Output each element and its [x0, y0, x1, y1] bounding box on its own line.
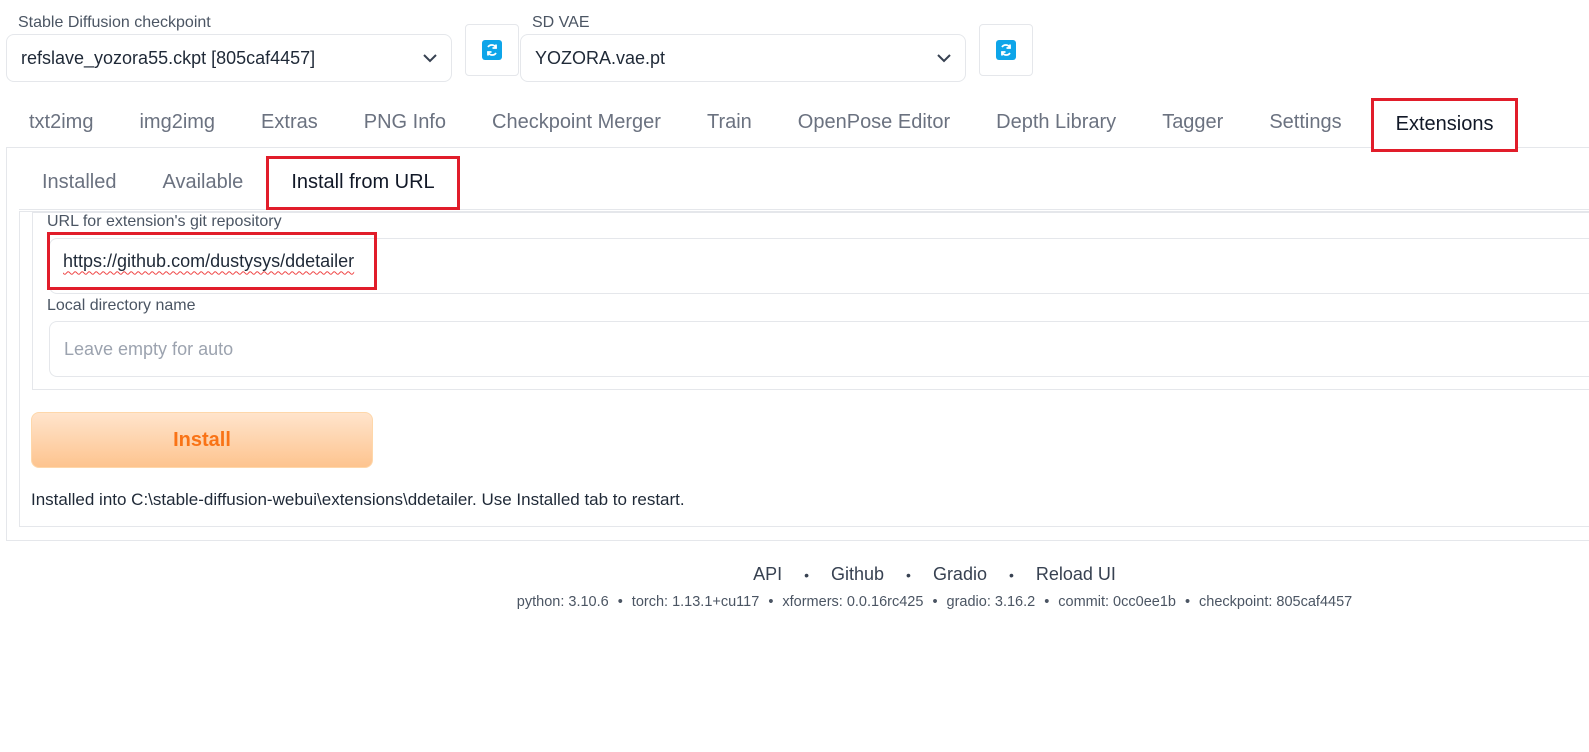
vae-value: YOZORA.vae.pt	[535, 47, 666, 68]
directory-field-label: Local directory name	[43, 297, 200, 315]
footer-link-gradio[interactable]: Gradio	[933, 564, 987, 585]
version-checkpoint: checkpoint: 805caf4457	[1199, 594, 1353, 610]
footer-separator: •	[1008, 566, 1014, 583]
tab-tagger[interactable]: Tagger	[1139, 98, 1246, 148]
chevron-down-icon	[937, 51, 951, 65]
footer-link-github[interactable]: Github	[831, 564, 884, 585]
tab-settings[interactable]: Settings	[1246, 98, 1364, 148]
version-commit: commit: 0cc0ee1b	[1058, 594, 1176, 610]
extensions-sub-tab-bar: Installed Available Install from URL	[19, 155, 1589, 210]
tab-extensions[interactable]: Extensions	[1370, 97, 1519, 152]
tab-available[interactable]: Available	[140, 156, 267, 210]
refresh-vae-button[interactable]	[979, 24, 1033, 76]
vae-dropdown[interactable]: YOZORA.vae.pt	[520, 34, 966, 82]
install-status-message: Installed into C:\stable-diffusion-webui…	[31, 490, 685, 509]
vae-label: SD VAE	[528, 14, 594, 32]
footer-separator: •	[617, 594, 623, 610]
tab-installed[interactable]: Installed	[19, 156, 140, 210]
main-tab-bar: txt2img img2img Extras PNG Info Checkpoi…	[6, 97, 1589, 152]
chevron-down-icon	[423, 51, 437, 65]
top-settings-bar: refslave_yozora55.ckpt [805caf4457] Stab…	[0, 0, 1589, 90]
tab-train[interactable]: Train	[684, 98, 775, 148]
footer-separator: •	[906, 566, 911, 583]
url-input-highlight[interactable]: https://github.com/dustysys/ddetailer	[47, 232, 377, 290]
checkpoint-value: refslave_yozora55.ckpt [805caf4457]	[21, 47, 316, 68]
footer-separator: •	[932, 594, 938, 610]
tab-txt2img[interactable]: txt2img	[6, 98, 116, 148]
footer-separator: •	[768, 594, 774, 610]
install-form-group: https://github.com/dustysys/ddetailer UR…	[32, 212, 1589, 390]
version-xformers: xformers: 0.0.16rc425	[782, 594, 924, 610]
url-field-label: URL for extension's git repository	[43, 213, 286, 231]
tab-checkpoint-merger[interactable]: Checkpoint Merger	[469, 98, 684, 148]
refresh-checkpoint-button[interactable]	[465, 24, 519, 76]
tab-img2img[interactable]: img2img	[116, 98, 238, 148]
refresh-icon	[996, 40, 1016, 60]
checkpoint-selector: refslave_yozora55.ckpt [805caf4457] Stab…	[6, 8, 452, 82]
tab-png-info[interactable]: PNG Info	[341, 98, 469, 148]
directory-name-input[interactable]: Leave empty for auto	[49, 321, 1589, 377]
version-torch: torch: 1.13.1+cu117	[631, 594, 760, 610]
footer-links: API • Github • Gradio • Reload UI	[0, 564, 1589, 585]
footer-separator: •	[1044, 594, 1050, 610]
refresh-icon	[482, 40, 502, 60]
checkpoint-label: Stable Diffusion checkpoint	[14, 14, 215, 32]
tab-extras[interactable]: Extras	[238, 98, 341, 148]
footer-separator: •	[1184, 594, 1191, 610]
tab-install-from-url[interactable]: Install from URL	[266, 155, 460, 210]
footer-separator: •	[804, 566, 809, 583]
version-python: python: 3.10.6	[516, 594, 609, 610]
footer-link-api[interactable]: API	[753, 564, 782, 585]
url-input-value: https://github.com/dustysys/ddetailer	[63, 250, 355, 271]
extensions-panel: Installed Available Install from URL htt…	[6, 148, 1589, 541]
directory-name-placeholder: Leave empty for auto	[64, 338, 234, 359]
footer-link-reload-ui[interactable]: Reload UI	[1036, 564, 1116, 585]
install-from-url-section: https://github.com/dustysys/ddetailer UR…	[19, 211, 1589, 527]
footer-version-info: python: 3.10.6 • torch: 1.13.1+cu117 • x…	[0, 594, 1589, 610]
version-gradio: gradio: 3.16.2	[946, 594, 1036, 610]
install-button[interactable]: Install	[31, 412, 373, 468]
vae-selector: YOZORA.vae.pt SD VAE	[520, 8, 966, 82]
tab-depth-library[interactable]: Depth Library	[973, 98, 1139, 148]
tab-openpose-editor[interactable]: OpenPose Editor	[775, 98, 973, 148]
checkpoint-dropdown[interactable]: refslave_yozora55.ckpt [805caf4457]	[6, 34, 452, 82]
